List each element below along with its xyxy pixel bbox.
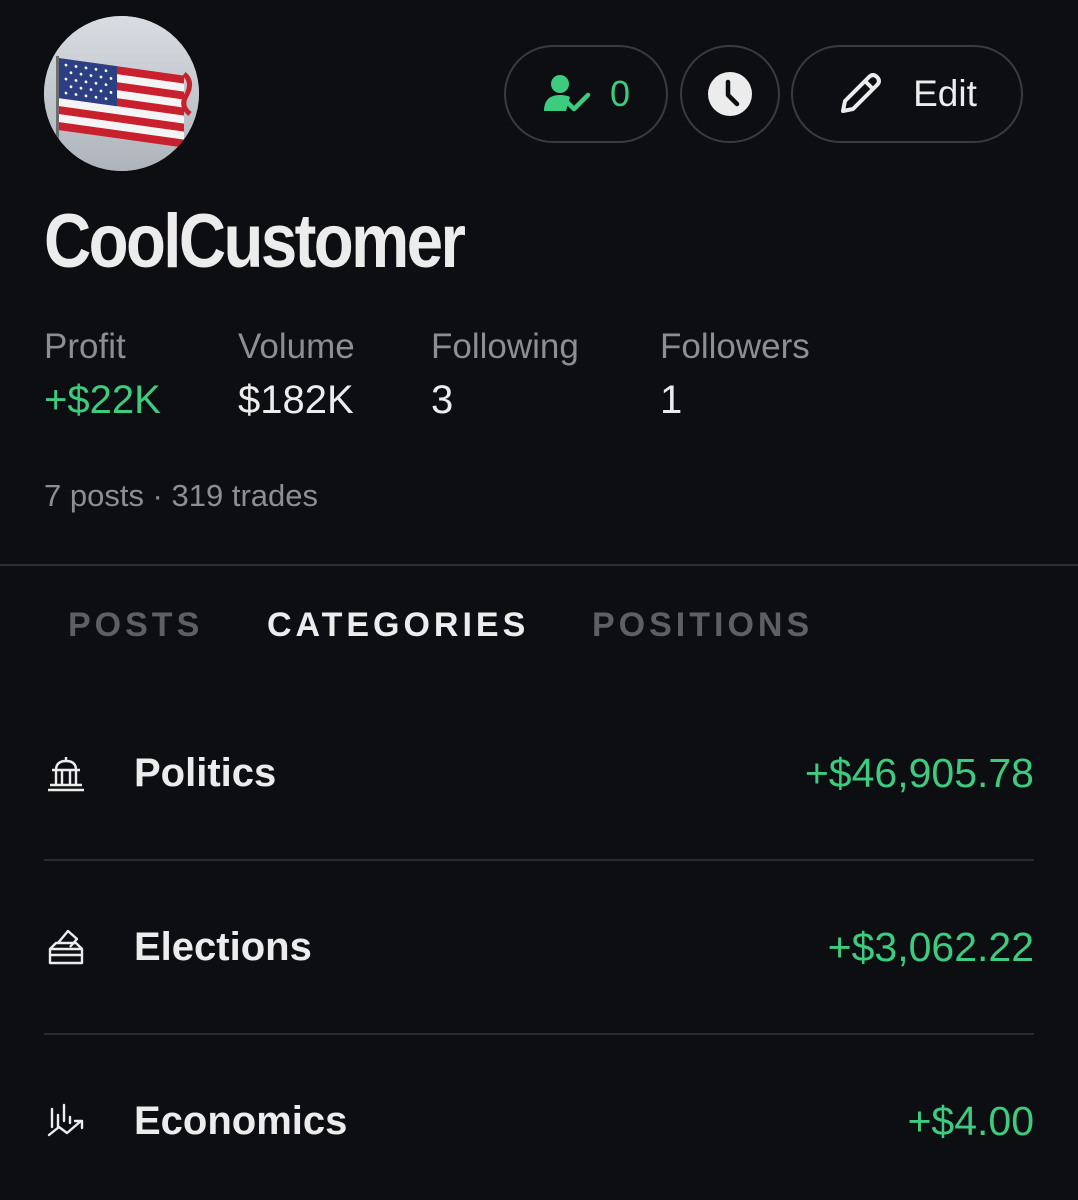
american-flag-icon — [44, 16, 199, 171]
category-name: Politics — [134, 750, 277, 795]
edit-label: Edit — [913, 73, 977, 114]
avatar[interactable] — [44, 16, 199, 171]
stat-label: Following — [431, 327, 579, 366]
category-profit: +$4.00 — [907, 1097, 1034, 1144]
stat-following[interactable]: Following 3 — [431, 327, 579, 423]
stat-value: +$22K — [44, 378, 161, 422]
stat-value: 3 — [431, 378, 454, 422]
stat-label: Followers — [660, 327, 810, 366]
category-profit: +$3,062.22 — [827, 923, 1034, 970]
stat-profit: Profit +$22K — [44, 327, 161, 423]
stat-label: Volume — [238, 327, 355, 366]
category-name: Elections — [134, 924, 312, 969]
clock-icon — [708, 72, 752, 116]
user-check-icon — [543, 75, 591, 112]
profile-page: 0 Edit CoolCustomer Profit +$22K Volume … — [0, 0, 1078, 1200]
posts-trades-summary: 7 posts · 319 trades — [44, 478, 318, 513]
tab-posts[interactable]: POSTS — [68, 606, 203, 645]
category-row-economics[interactable]: Economics +$4.00 — [44, 1034, 1034, 1200]
stat-followers[interactable]: Followers 1 — [660, 327, 810, 423]
category-row-elections[interactable]: Elections +$3,062.22 — [44, 860, 1034, 1034]
pencil-icon — [841, 73, 882, 113]
stat-volume: Volume $182K — [238, 327, 355, 423]
tab-categories[interactable]: CATEGORIES — [267, 606, 529, 645]
ballot-box-icon — [44, 925, 88, 969]
category-name: Economics — [134, 1098, 348, 1143]
section-divider — [0, 564, 1078, 566]
tab-positions[interactable]: POSITIONS — [592, 606, 813, 645]
edit-profile-button[interactable]: Edit — [791, 45, 1023, 143]
capitol-icon — [44, 751, 88, 795]
category-profit: +$46,905.78 — [804, 749, 1034, 796]
stat-label: Profit — [44, 327, 126, 366]
stat-value: $182K — [238, 378, 354, 422]
follow-count: 0 — [609, 73, 631, 114]
username: CoolCustomer — [44, 199, 466, 284]
history-button[interactable] — [680, 45, 780, 143]
followers-count-button[interactable]: 0 — [504, 45, 668, 143]
stat-value: 1 — [660, 378, 683, 422]
category-row-politics[interactable]: Politics +$46,905.78 — [44, 686, 1034, 860]
chart-trend-icon — [44, 1099, 88, 1143]
